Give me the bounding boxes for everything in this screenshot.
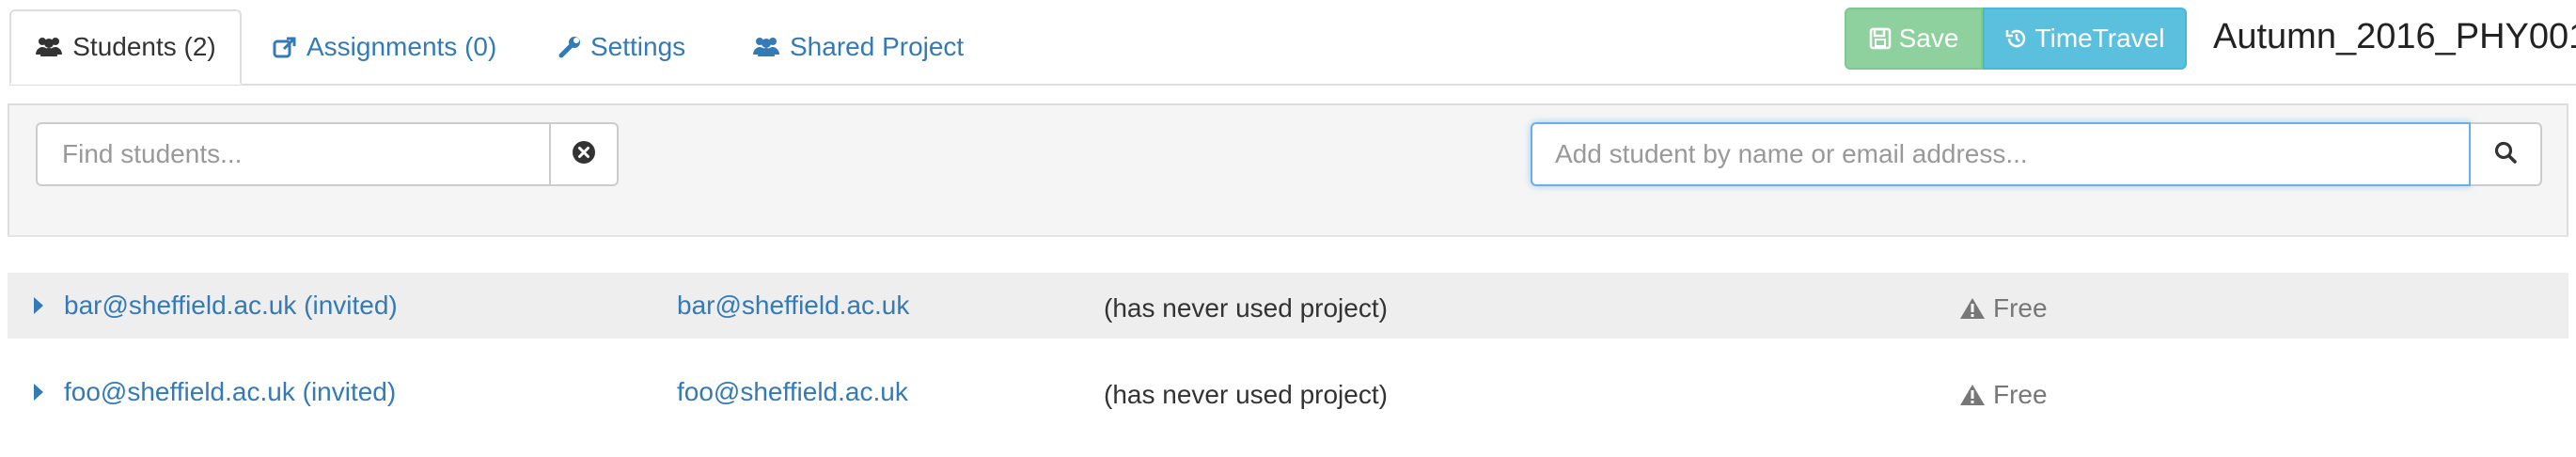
student-email-link[interactable]: foo@sheffield.ac.uk [677,377,908,407]
add-student-search-button[interactable] [2471,122,2542,186]
users-icon [35,36,63,58]
history-icon [2005,27,2028,50]
save-button[interactable]: Save [1845,8,1983,70]
student-row[interactable]: foo@sheffield.ac.uk (invited) foo@sheffi… [8,359,2568,425]
student-plan: Free [1959,380,2048,410]
share-square-icon [273,36,297,58]
warning-icon [1959,383,1986,407]
wrench-icon [558,36,581,58]
tab-label: Assignments (0) [306,32,497,61]
users-icon [752,36,780,58]
caret-right-icon[interactable] [34,384,43,401]
warning-icon [1959,296,1986,321]
course-title: Autumn_2016_PHY001 [2213,17,2576,56]
search-icon [2493,140,2518,169]
tab-label: Students (2) [72,32,216,61]
panel-divider [8,235,2568,237]
find-students-placeholder: Find students... [62,139,243,168]
plan-label: Free [1993,380,2048,409]
add-student-placeholder: Add student by name or email address... [1555,139,2028,168]
timetravel-button[interactable]: TimeTravel [1983,8,2187,70]
save-icon [1869,27,1892,50]
caret-right-icon[interactable] [34,297,43,314]
tab-assignments[interactable]: Assignments (0) [273,9,496,85]
student-activity-status: (has never used project) [1104,293,1388,323]
student-name-link[interactable]: bar@sheffield.ac.uk (invited) [64,291,398,321]
tab-students[interactable]: Students (2) [9,9,242,85]
timetravel-label: TimeTravel [2034,24,2165,53]
plan-label: Free [1993,293,2048,323]
find-students-input[interactable]: Find students... [36,122,549,186]
tab-bar: Students (2) Assignments (0) Settings Sh… [0,0,2576,87]
tab-label: Shared Project [790,32,965,61]
tab-shared-project[interactable]: Shared Project [752,9,964,85]
tab-label: Settings [590,32,686,61]
times-circle-icon [572,140,596,169]
student-row[interactable]: bar@sheffield.ac.uk (invited) bar@sheffi… [8,273,2568,339]
student-name-link[interactable]: foo@sheffield.ac.uk (invited) [64,377,396,407]
clear-search-button[interactable] [549,122,619,186]
student-plan: Free [1959,293,2048,323]
tab-settings[interactable]: Settings [558,9,685,85]
save-label: Save [1898,24,1959,53]
add-student-input[interactable]: Add student by name or email address... [1531,122,2471,186]
student-email-link[interactable]: bar@sheffield.ac.uk [677,291,909,321]
student-activity-status: (has never used project) [1104,380,1388,409]
